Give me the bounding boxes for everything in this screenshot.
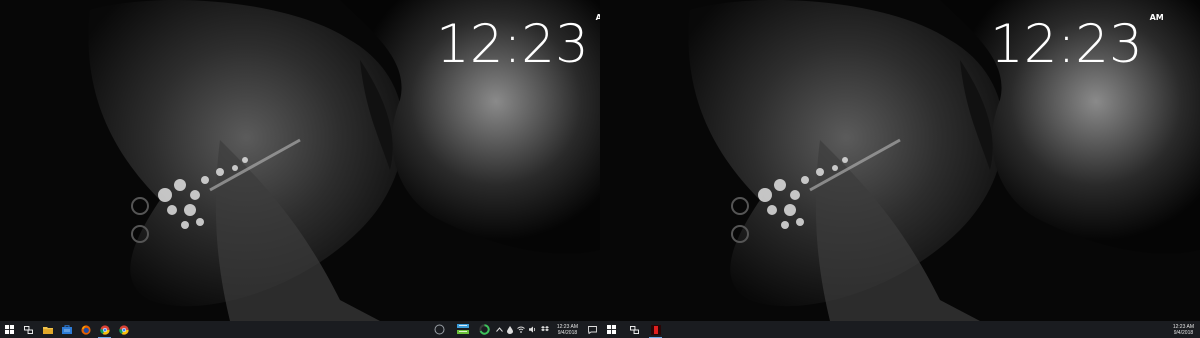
desktop-clock: 12:23 AM	[990, 14, 1164, 72]
cortana-button[interactable]	[428, 321, 451, 338]
dropbox-tray[interactable]	[505, 321, 515, 338]
tray-date: 9/4/2018	[557, 329, 578, 336]
store-icon	[61, 325, 72, 334]
show-hidden-icons-button[interactable]	[494, 321, 505, 338]
clock-date-tray[interactable]: 12:23 AM 9/4/2018	[1167, 324, 1200, 336]
system-tray: 12:23 AM 9/4/2018	[428, 321, 600, 338]
chrome-icon	[99, 324, 110, 335]
windows-icon	[607, 325, 616, 334]
network-meter-icon	[456, 324, 469, 334]
cortana-icon	[434, 324, 445, 335]
chrome-alt-icon	[118, 324, 129, 335]
action-center-button[interactable]	[584, 321, 600, 338]
battery-ring-icon	[479, 324, 490, 335]
droplet-icon	[506, 325, 513, 334]
store-button[interactable]	[57, 321, 76, 338]
wifi-tray[interactable]	[515, 321, 527, 338]
file-explorer-button[interactable]	[38, 321, 57, 338]
notification-icon	[587, 325, 597, 334]
volume-icon	[528, 326, 535, 333]
firefox-button[interactable]	[76, 321, 95, 338]
clock-date-tray[interactable]: 12:23 AM 9/4/2018	[551, 324, 584, 336]
windows-icon	[5, 325, 14, 334]
volume-tray[interactable]	[527, 321, 539, 338]
clock-time: 12:23	[436, 14, 589, 75]
task-view-button[interactable]	[19, 321, 38, 338]
taskbar: 12:23 AM 9/4/2018	[0, 321, 600, 338]
dropbox-app-tray[interactable]	[539, 321, 551, 338]
chrome-alt-button[interactable]	[114, 321, 133, 338]
right-monitor: 12:23 AM 12:23 AM 9/4/2018	[600, 0, 1200, 338]
task-view-button[interactable]	[625, 321, 644, 338]
dropbox-icon	[540, 326, 549, 332]
system-tray: 12:23 AM 9/4/2018	[1167, 321, 1200, 338]
tray-date: 9/4/2018	[1173, 329, 1194, 336]
network-meter[interactable]	[451, 321, 475, 338]
taskbar: 12:23 AM 9/4/2018	[600, 321, 1200, 338]
desktop-clock: 12:23 AM	[436, 14, 600, 72]
clock-time: 12:23	[990, 14, 1143, 75]
battery-ring[interactable]	[475, 321, 494, 338]
wifi-icon	[517, 326, 525, 333]
left-monitor: 12:23 AM	[0, 0, 600, 338]
start-button[interactable]	[0, 321, 19, 338]
task-view-icon	[630, 325, 639, 334]
clock-ampm: AM	[1149, 13, 1164, 22]
red-app-button[interactable]	[646, 321, 665, 338]
chevron-up-icon	[495, 327, 503, 332]
firefox-icon	[80, 324, 91, 335]
start-button[interactable]	[602, 321, 621, 338]
chrome-button[interactable]	[95, 321, 114, 338]
file-explorer-icon	[42, 326, 53, 334]
task-view-icon	[24, 325, 33, 334]
red-app-icon	[650, 324, 661, 335]
